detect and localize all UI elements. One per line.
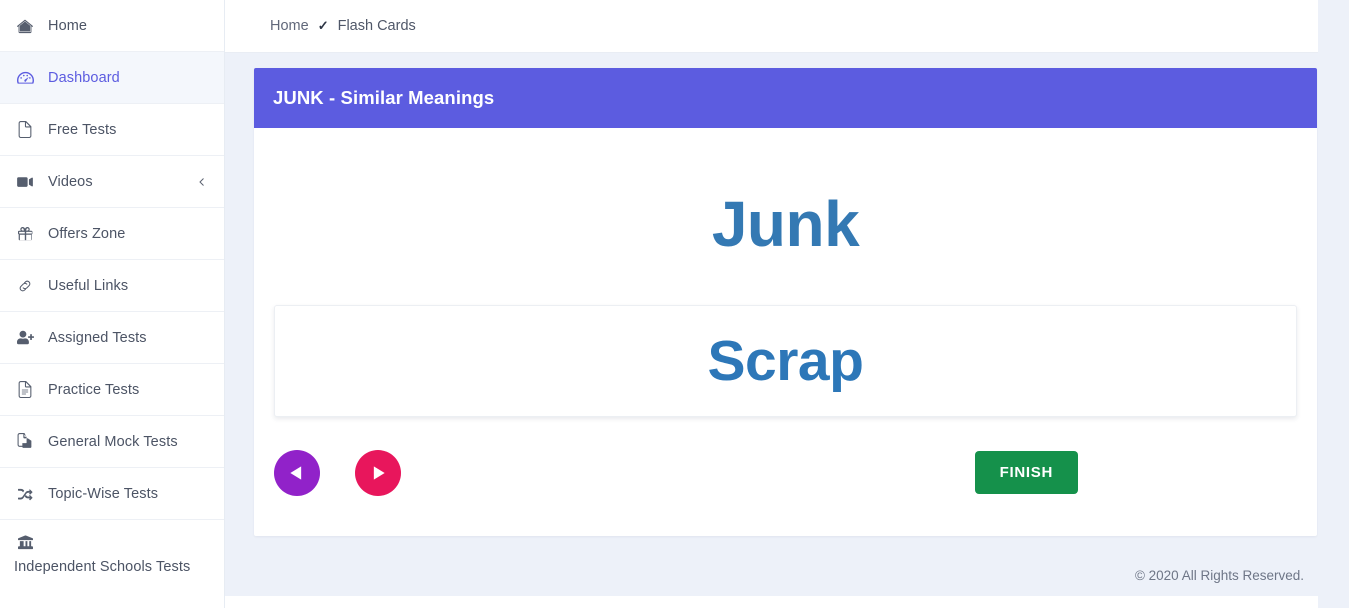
file-lines-icon — [14, 381, 36, 398]
sidebar-item-dashboard[interactable]: Dashboard — [0, 52, 224, 104]
sidebar-item-offers-zone[interactable]: Offers Zone — [0, 208, 224, 260]
flashcard-body: Junk Scrap FINISH — [254, 128, 1317, 536]
flashcard-answer-box: Scrap — [274, 304, 1297, 417]
copy-files-icon — [14, 433, 36, 450]
check-icon: ✓ — [317, 18, 329, 33]
sidebar-item-label: General Mock Tests — [48, 433, 178, 450]
play-right-icon — [368, 463, 388, 483]
sidebar-item-label: Free Tests — [48, 121, 117, 138]
sidebar-item-videos[interactable]: Videos — [0, 156, 224, 208]
chevron-left-icon[interactable] — [194, 174, 210, 190]
page-title: JUNK - Similar Meanings — [273, 87, 495, 108]
flashcard-controls: FINISH — [273, 449, 1298, 496]
home-icon — [14, 18, 36, 34]
finish-button[interactable]: FINISH — [974, 451, 1078, 495]
footer-copyright: © 2020 All Rights Reserved. — [1134, 568, 1304, 583]
shuffle-icon — [14, 486, 36, 501]
sidebar-item-label: Offers Zone — [48, 225, 126, 242]
sidebar-item-general-mock-tests[interactable]: General Mock Tests — [0, 416, 224, 468]
sidebar-item-useful-links[interactable]: Useful Links — [0, 260, 224, 312]
link-icon — [14, 278, 36, 294]
content-wrapper: JUNK - Similar Meanings Junk Scrap FINIS… — [225, 53, 1349, 536]
next-card-button[interactable] — [355, 449, 401, 496]
file-icon — [14, 121, 36, 138]
app-root: Home Dashboard Free Tests Videos Offers … — [0, 0, 1349, 608]
dashboard-icon — [14, 69, 36, 86]
sidebar-item-label: Practice Tests — [48, 381, 140, 398]
gift-icon — [14, 226, 36, 242]
sidebar-item-label: Topic-Wise Tests — [48, 485, 159, 502]
user-plus-icon — [14, 330, 36, 345]
sidebar: Home Dashboard Free Tests Videos Offers … — [0, 0, 225, 608]
sidebar-item-label: Home — [48, 17, 88, 34]
page-bottom-strip — [225, 596, 1349, 608]
breadcrumb-home[interactable]: Home — [270, 18, 309, 34]
flashcard-back-word: Scrap — [707, 328, 864, 393]
sidebar-item-label: Useful Links — [48, 277, 129, 294]
breadcrumb-current: Flash Cards — [337, 18, 416, 34]
sidebar-item-label: Assigned Tests — [48, 329, 147, 346]
play-left-icon — [287, 463, 307, 483]
right-gutter — [1318, 0, 1349, 608]
sidebar-item-home[interactable]: Home — [0, 0, 224, 52]
sidebar-item-label: Videos — [48, 173, 93, 190]
flashcard-front-word: Junk — [711, 188, 860, 260]
video-camera-icon — [14, 175, 36, 189]
flashcard-header: JUNK - Similar Meanings — [254, 68, 1317, 128]
main-content: Home ✓ Flash Cards JUNK - Similar Meanin… — [225, 0, 1349, 608]
breadcrumb: Home ✓ Flash Cards — [225, 0, 1318, 53]
bank-icon — [14, 535, 36, 550]
sidebar-item-practice-tests[interactable]: Practice Tests — [0, 364, 224, 416]
sidebar-item-topic-wise-tests[interactable]: Topic-Wise Tests — [0, 468, 224, 520]
previous-card-button[interactable] — [274, 449, 320, 496]
sidebar-item-free-tests[interactable]: Free Tests — [0, 104, 224, 156]
sidebar-item-label: Dashboard — [48, 69, 120, 86]
sidebar-item-assigned-tests[interactable]: Assigned Tests — [0, 312, 224, 364]
sidebar-item-label: Independent Schools Tests — [14, 559, 191, 575]
flashcard-panel: JUNK - Similar Meanings Junk Scrap FINIS… — [254, 68, 1317, 536]
sidebar-item-independent-schools-tests[interactable]: Independent Schools Tests — [0, 520, 224, 595]
